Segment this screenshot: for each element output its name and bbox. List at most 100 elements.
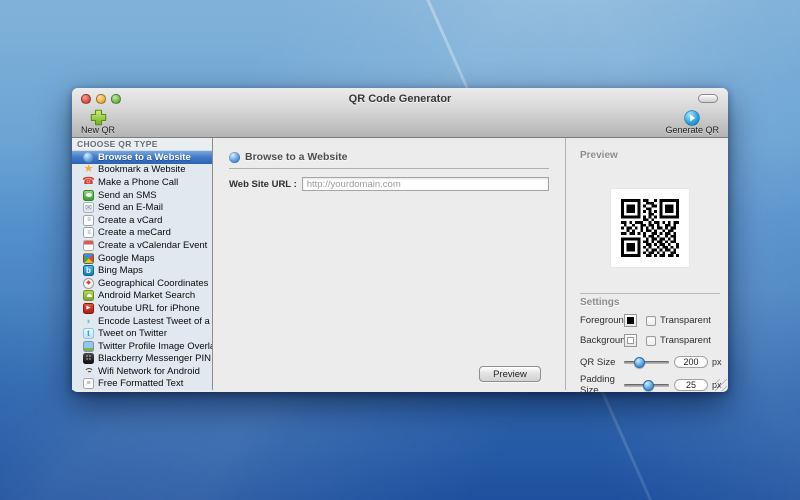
qr-size-row: QR Size px	[580, 356, 722, 368]
toolbar: New QR Generate QR	[72, 109, 728, 138]
padding-size-slider[interactable]	[624, 379, 669, 391]
preview-button[interactable]: Preview	[479, 366, 541, 382]
sidebar-item-label: Wifi Network for Android	[98, 365, 200, 377]
qr-size-unit: px	[712, 357, 722, 367]
padding-size-label: Padding Size	[580, 374, 615, 396]
sidebar-item-encode-lastest-tweet-of-a-user[interactable]: ◗ Encode Lastest Tweet of a user	[72, 315, 212, 328]
sidebar-item-make-a-phone-call[interactable]: ☎ Make a Phone Call	[72, 176, 212, 189]
bing-icon: b	[83, 265, 94, 277]
padding-size-slider-thumb[interactable]	[643, 379, 655, 391]
qr-size-label: QR Size	[580, 356, 616, 368]
sidebar-item-label: Create a vCard	[98, 214, 163, 226]
website-url-input[interactable]	[301, 177, 549, 191]
main-panel: Browse to a Website Web Site URL : Previ…	[213, 138, 565, 390]
generate-qr-label: Generate QR	[665, 125, 719, 135]
sidebar-item-browse-to-a-website[interactable]: Browse to a Website	[72, 151, 212, 164]
twitter-icon: t	[83, 328, 94, 340]
text-icon: ≡	[83, 378, 94, 390]
close-button[interactable]	[81, 94, 91, 104]
sidebar-item-bing-maps[interactable]: b Bing Maps	[72, 264, 212, 277]
sidebar-list: Browse to a Website ★ Bookmark a Website ☎ M…	[72, 151, 212, 390]
wifi-icon	[83, 366, 94, 377]
sidebar-item-create-a-vcard[interactable]: ≡ Create a vCard	[72, 214, 212, 227]
new-qr-label: New QR	[81, 125, 116, 135]
window-chrome: QR Code Generator New QR Generate QR	[72, 88, 728, 138]
generate-qr-button[interactable]: Generate QR	[665, 109, 719, 135]
email-icon: ✉	[83, 202, 94, 214]
sidebar-item-send-an-e-mail[interactable]: ✉ Send an E-Mail	[72, 201, 212, 214]
sidebar-item-label: Blackberry Messenger PIN	[98, 353, 211, 365]
sidebar-item-send-an-sms[interactable]: Send an SMS	[72, 189, 212, 202]
resize-grip[interactable]	[715, 379, 727, 391]
sidebar-item-twitter-profile-image-overlay[interactable]: Twitter Profile Image Overlay	[72, 340, 212, 353]
image-icon	[83, 340, 94, 352]
minimize-button[interactable]	[96, 94, 106, 104]
gmaps-icon	[83, 252, 94, 264]
toolbar-toggle-button[interactable]	[698, 94, 718, 103]
sidebar-item-label: Youtube URL for iPhone	[98, 302, 200, 314]
qr-type-sidebar: CHOOSE QR TYPE Browse to a Website ★ Bookm…	[72, 138, 213, 390]
background-transparent-label: Transparent	[660, 335, 711, 346]
foreground-transparent-checkbox[interactable]	[646, 315, 656, 326]
preview-panel: Preview Settings Foreground Transparent …	[565, 138, 728, 396]
globe-icon	[229, 151, 240, 163]
background-color-well[interactable]	[624, 334, 637, 347]
qr-code-preview	[611, 189, 689, 267]
section-title: Browse to a Website	[245, 151, 348, 163]
sidebar-item-label: Send an E-Mail	[98, 202, 163, 214]
url-form-row: Web Site URL :	[229, 177, 549, 191]
foreground-swatch	[627, 317, 634, 324]
qr-size-slider-track	[624, 360, 669, 364]
play-icon	[684, 109, 701, 126]
background-label: Background	[580, 335, 631, 346]
sidebar-item-label: Encode Lastest Tweet of a user	[98, 315, 212, 327]
sidebar-item-google-maps[interactable]: Google Maps	[72, 252, 212, 265]
foreground-row: Foreground Transparent	[580, 314, 720, 327]
blackberry-icon: ∷	[83, 353, 94, 365]
title-bar[interactable]: QR Code Generator	[72, 88, 728, 109]
sidebar-item-label: Create a vCalendar Event	[98, 239, 208, 251]
background-row: Background Transparent	[580, 334, 720, 347]
foreground-label: Foreground	[580, 315, 630, 326]
background-swatch	[627, 337, 634, 344]
sidebar-item-geographical-coordinates[interactable]: ◆ Geographical Coordinates	[72, 277, 212, 290]
app-window: QR Code Generator New QR Generate QR CHO…	[72, 88, 728, 396]
sidebar-item-bookmark-a-website[interactable]: ★ Bookmark a Website	[72, 164, 212, 177]
android-icon	[83, 290, 94, 302]
sidebar-item-blackberry-messenger-pin[interactable]: ∷ Blackberry Messenger PIN	[72, 353, 212, 366]
settings-divider	[580, 293, 720, 294]
qr-size-slider-thumb[interactable]	[634, 356, 646, 368]
section-header: Browse to a Website	[229, 151, 549, 163]
sidebar-item-wifi-network-for-android[interactable]: Wifi Network for Android	[72, 365, 212, 378]
sidebar-item-label: Twitter Profile Image Overlay	[98, 340, 213, 352]
preview-title: Preview	[580, 150, 618, 161]
youtube-icon: ▶	[83, 302, 94, 314]
sidebar-item-tweet-on-twitter[interactable]: t Tweet on Twitter	[72, 327, 212, 340]
sidebar-item-label: Bing Maps	[98, 265, 143, 277]
sidebar-item-create-a-mecard[interactable]: ≡ Create a meCard	[72, 227, 212, 240]
background-transparent-checkbox[interactable]	[646, 335, 656, 346]
sidebar-item-free-formatted-text[interactable]: ≡ Free Formatted Text	[72, 378, 212, 390]
plus-icon	[90, 109, 107, 126]
qr-size-value-input[interactable]	[674, 356, 708, 368]
calendar-icon	[83, 239, 94, 251]
sidebar-item-create-a-vcalendar-event[interactable]: Create a vCalendar Event	[72, 239, 212, 252]
phone-icon: ☎	[82, 176, 95, 188]
qr-size-slider[interactable]	[624, 356, 669, 368]
sidebar-item-label: Tweet on Twitter	[98, 328, 167, 340]
zoom-button[interactable]	[111, 94, 121, 104]
padding-size-value-input[interactable]	[674, 379, 708, 391]
tweetbird-icon: ◗	[85, 315, 92, 326]
star-icon: ★	[83, 163, 94, 176]
sidebar-item-label: Browse to a Website	[98, 151, 191, 163]
sidebar-item-label: Android Market Search	[98, 290, 196, 302]
foreground-color-well[interactable]	[624, 314, 637, 327]
sms-icon	[83, 189, 94, 201]
padding-size-row: Padding Size px	[580, 374, 722, 396]
sidebar-item-android-market-search[interactable]: Android Market Search	[72, 290, 212, 303]
sidebar-item-label: Bookmark a Website	[98, 164, 186, 176]
sidebar-item-youtube-url-for-iphone[interactable]: ▶ Youtube URL for iPhone	[72, 302, 212, 315]
sidebar-item-label: Send an SMS	[98, 189, 157, 201]
settings-title: Settings	[580, 297, 620, 308]
new-qr-button[interactable]: New QR	[81, 109, 115, 135]
